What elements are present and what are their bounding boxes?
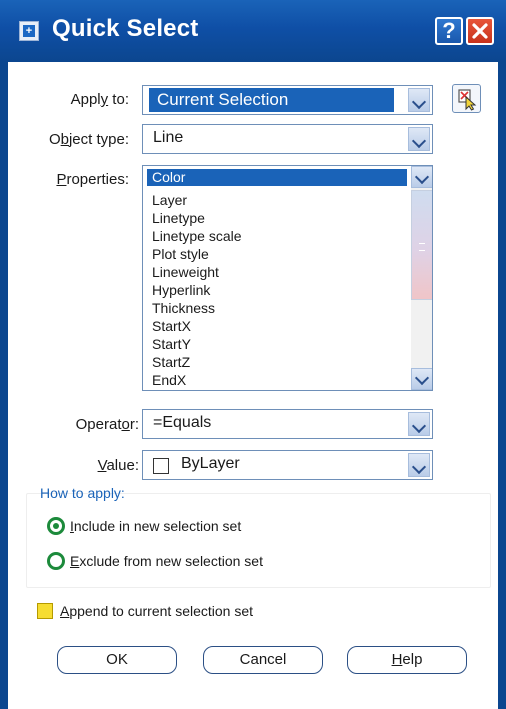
color-swatch	[153, 458, 169, 474]
list-item[interactable]: Plot style	[152, 246, 209, 263]
chevron-down-icon[interactable]	[408, 453, 430, 477]
apply-to-dropdown[interactable]: Current Selection	[142, 85, 433, 115]
apply-to-value: Current Selection	[149, 88, 394, 112]
help-button[interactable]: Help	[347, 646, 467, 674]
how-to-apply-group	[26, 493, 491, 588]
list-item[interactable]: StartY	[152, 336, 191, 353]
exclude-radio[interactable]	[47, 552, 65, 570]
scrollbar-thumb[interactable]	[411, 190, 432, 300]
properties-listbox[interactable]: Color Layer Linetype Linetype scale Plot sty…	[142, 165, 433, 391]
cancel-button[interactable]: Cancel	[203, 646, 323, 674]
quick-select-dialog: + Quick Select ? Apply to: Current Selec…	[0, 0, 506, 709]
scroll-down-button[interactable]	[411, 368, 432, 390]
object-type-dropdown[interactable]: Line	[142, 124, 433, 154]
value-value: ByLayer	[181, 455, 240, 472]
exclude-label[interactable]: Exclude from new selection set	[70, 553, 263, 569]
chevron-down-icon[interactable]	[408, 412, 430, 436]
include-label[interactable]: Include in new selection set	[70, 518, 241, 534]
list-item[interactable]: StartX	[152, 318, 191, 335]
window-frame-right	[498, 62, 506, 709]
append-checkbox[interactable]	[37, 603, 53, 619]
window-frame-left	[0, 62, 8, 709]
append-label[interactable]: Append to current selection set	[60, 603, 253, 619]
object-type-value: Line	[153, 129, 184, 146]
apply-to-label: Apply to:	[70, 91, 129, 108]
value-label: Value:	[97, 457, 139, 474]
list-item-selected[interactable]: Color	[147, 169, 407, 186]
list-item[interactable]: Lineweight	[152, 264, 219, 281]
list-item[interactable]: Hyperlink	[152, 282, 210, 299]
operator-value: =Equals	[153, 414, 212, 431]
list-item[interactable]: Thickness	[152, 300, 215, 317]
select-objects-button[interactable]	[452, 84, 481, 113]
title-bar[interactable]: + Quick Select ?	[0, 0, 506, 62]
list-item[interactable]: Linetype scale	[152, 228, 242, 245]
operator-label: Operator:	[75, 416, 139, 433]
list-item[interactable]: EndX	[152, 372, 186, 389]
close-button[interactable]	[466, 17, 494, 45]
list-item[interactable]: Layer	[152, 192, 187, 209]
select-objects-icon	[458, 89, 477, 111]
app-icon: +	[19, 21, 39, 41]
chevron-down-icon[interactable]	[408, 88, 430, 112]
list-item[interactable]: Linetype	[152, 210, 205, 227]
close-icon	[472, 23, 488, 39]
scroll-up-button[interactable]	[411, 166, 432, 188]
properties-label: Properties:	[56, 171, 129, 188]
chevron-down-icon[interactable]	[408, 127, 430, 151]
object-type-label: Object type:	[48, 131, 129, 148]
include-radio[interactable]	[47, 517, 65, 535]
list-item[interactable]: StartZ	[152, 354, 190, 371]
window-title: Quick Select	[52, 15, 199, 42]
how-to-apply-legend: How to apply:	[40, 485, 125, 501]
value-dropdown[interactable]: ByLayer	[142, 450, 433, 480]
title-help-button[interactable]: ?	[435, 17, 463, 45]
ok-button[interactable]: OK	[57, 646, 177, 674]
operator-dropdown[interactable]: =Equals	[142, 409, 433, 439]
